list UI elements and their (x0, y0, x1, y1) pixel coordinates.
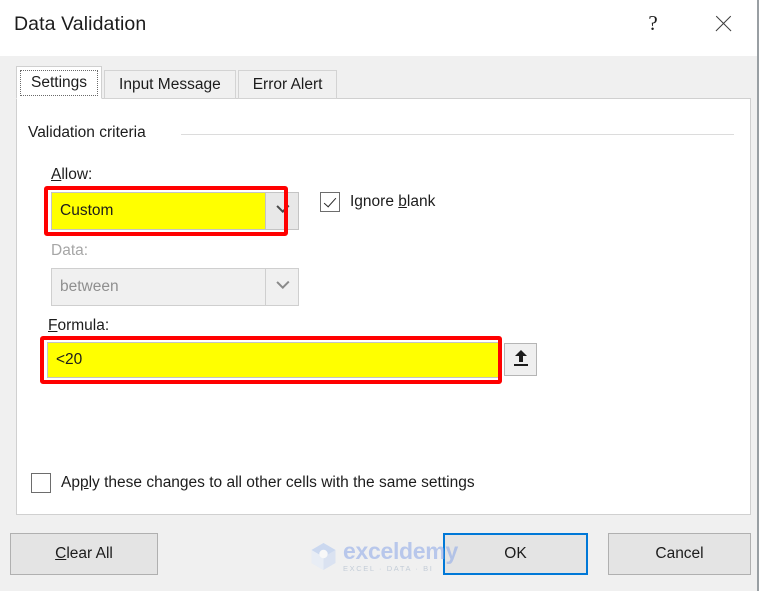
watermark-name: exceldemy (343, 537, 458, 564)
ignore-blank-checkbox-row[interactable]: Ignore blank (320, 192, 435, 212)
tab-error-alert[interactable]: Error Alert (237, 70, 338, 99)
clear-all-suffix: lear All (66, 545, 113, 562)
group-separator (181, 134, 734, 135)
chevron-down-icon (277, 206, 288, 217)
exceldemy-watermark: exceldemy EXCEL · DATA · BI (310, 539, 470, 573)
settings-tab-panel (16, 98, 751, 515)
data-validation-dialog: Data Validation ? Settings Input Message… (0, 0, 759, 591)
page-title: Data Validation (14, 13, 147, 35)
allow-combobox[interactable]: Custom (51, 192, 299, 230)
apply-to-all-label-suffix: ly these changes to all other cells with… (88, 474, 475, 491)
data-dropdown-button (265, 268, 299, 306)
close-icon (713, 14, 733, 34)
clear-all-accel: C (55, 545, 67, 562)
formula-input[interactable]: <20 (47, 342, 499, 378)
clear-all-button[interactable]: Clear All (10, 533, 158, 575)
allow-label-accel: A (51, 166, 62, 183)
allow-label: Allow: (51, 166, 92, 184)
allow-dropdown-button[interactable] (265, 192, 299, 230)
data-combobox: between (51, 268, 299, 306)
ok-button-label: OK (504, 545, 527, 562)
apply-to-all-label: Apply these changes to all other cells w… (61, 474, 475, 492)
ignore-blank-label-suffix: lank (406, 193, 436, 210)
validation-criteria-group-title: Validation criteria (28, 124, 152, 142)
formula-label-text: ormula: (57, 317, 110, 334)
tab-strip: Settings Input Message Error Alert (16, 66, 339, 99)
apply-to-all-checkbox[interactable] (31, 473, 51, 493)
ignore-blank-label-prefix: Ignore (350, 193, 399, 210)
ignore-blank-label-accel: b (398, 193, 407, 210)
data-label: Data: (51, 242, 89, 259)
apply-to-all-label-prefix: Ap (61, 474, 80, 491)
cancel-button-label: Cancel (655, 545, 704, 562)
help-icon: ? (648, 11, 658, 35)
allow-label-text: llow: (61, 166, 93, 183)
data-combobox-value: between (51, 268, 265, 306)
ignore-blank-checkbox[interactable] (320, 192, 340, 212)
tab-input-message-label: Input Message (119, 75, 221, 93)
tab-input-message[interactable]: Input Message (104, 70, 236, 99)
tab-settings[interactable]: Settings (16, 66, 103, 99)
apply-to-all-checkbox-row[interactable]: Apply these changes to all other cells w… (31, 473, 475, 493)
range-selector-button[interactable] (504, 343, 537, 376)
close-button[interactable] (697, 0, 749, 47)
focus-rectangle (20, 70, 99, 96)
exceldemy-logo-icon (310, 542, 337, 571)
watermark-tagline: EXCEL · DATA · BI (343, 563, 434, 573)
cancel-button[interactable]: Cancel (608, 533, 751, 575)
ignore-blank-label: Ignore blank (350, 193, 435, 211)
formula-label: Formula: (48, 317, 109, 335)
chevron-down-icon (277, 282, 288, 293)
allow-combobox-value[interactable]: Custom (51, 192, 265, 230)
watermark-text: exceldemy EXCEL · DATA · BI (343, 537, 458, 573)
clear-all-button-label: Clear All (55, 545, 113, 563)
title-bar: Data Validation ? (0, 0, 757, 56)
help-button[interactable]: ? (627, 0, 679, 47)
tab-error-alert-label: Error Alert (252, 75, 323, 93)
collapse-dialog-up-arrow-icon (513, 350, 529, 369)
apply-to-all-label-accel: p (79, 474, 89, 491)
